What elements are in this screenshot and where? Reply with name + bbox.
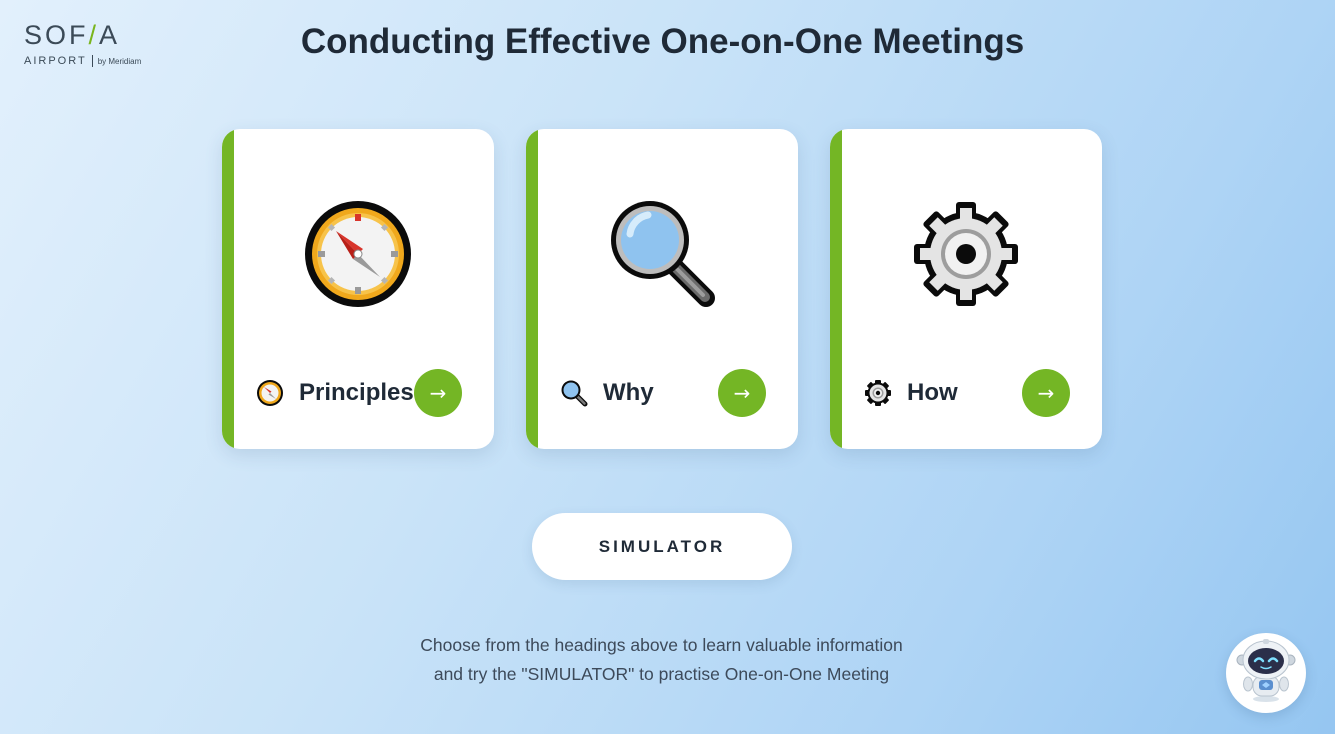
card-footer: Why → [560,369,766,417]
chatbot-assistant-button[interactable] [1226,633,1306,713]
magnifying-glass-icon [598,199,726,309]
instructions-line-1: Choose from the headings above to learn … [420,635,903,655]
instructions-line-2: and try the "SIMULATOR" to practise One-… [433,664,890,684]
compass-icon [294,199,422,309]
card-footer: How → [864,369,1070,417]
topic-cards: Principles → Why → How → [222,129,1102,449]
page-title: Conducting Effective One-on-One Meetings [300,22,1025,61]
gear-icon [864,379,892,407]
card-accent-bar [222,129,234,449]
card-footer: Principles → [256,369,462,417]
card-how[interactable]: How → [830,129,1102,449]
open-why-button[interactable]: → [718,369,766,417]
magnifying-glass-icon [560,379,588,407]
card-principles[interactable]: Principles → [222,129,494,449]
open-principles-button[interactable]: → [414,369,462,417]
card-accent-bar [830,129,842,449]
card-accent-bar [526,129,538,449]
gear-icon [902,199,1030,309]
robot-assistant-icon [1235,638,1297,709]
simulator-button[interactable]: SIMULATOR [532,513,792,580]
open-how-button[interactable]: → [1022,369,1070,417]
instructions-text: Choose from the headings above to learn … [0,631,1323,689]
compass-icon [256,379,284,407]
card-why[interactable]: Why → [526,129,798,449]
